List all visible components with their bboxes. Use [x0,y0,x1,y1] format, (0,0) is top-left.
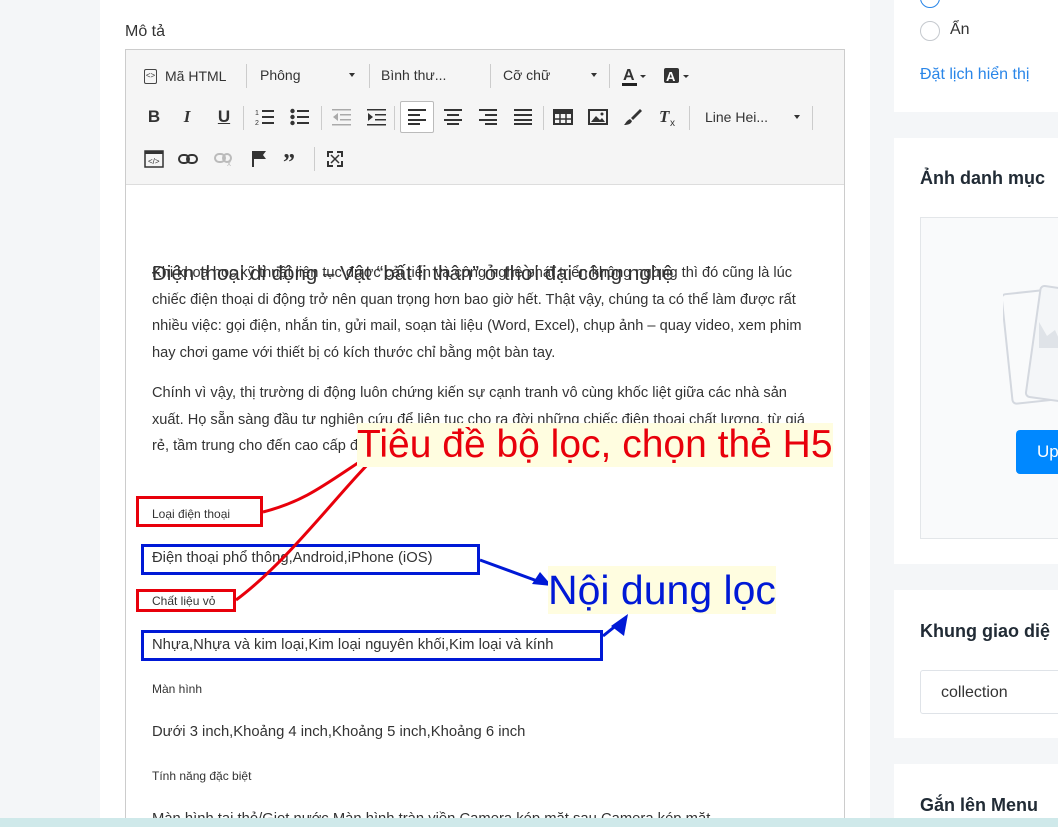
annotation-arrows [235,448,628,638]
bottom-strip [0,818,1058,827]
annotation-title-note: Tiêu đề bộ lọc, chọn thẻ H5 [357,423,833,467]
annotation-arrow [235,448,384,602]
annotation-content-note: Nội dung lọc [548,566,776,614]
arrowhead-icon [611,614,628,636]
annotation-arrow [479,558,541,584]
